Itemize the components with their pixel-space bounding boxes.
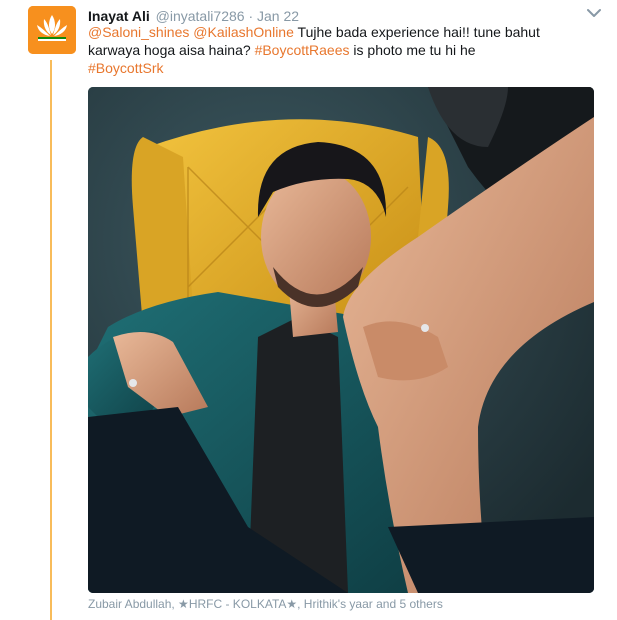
hashtag-link[interactable]: #BoycottRaees (255, 42, 350, 58)
mention-link[interactable]: @Saloni_shines (88, 24, 189, 40)
mention-link[interactable]: @KailashOnline (193, 24, 294, 40)
thread-line (50, 60, 52, 620)
avatar[interactable] (28, 6, 76, 54)
tweet-photo[interactable] (88, 87, 594, 593)
chevron-down-icon[interactable] (587, 8, 601, 18)
author-name[interactable]: Inayat Ali (88, 8, 150, 24)
tweet-body-text: is photo me tu hi he (353, 42, 476, 58)
photo-image (88, 87, 594, 593)
tagged-people[interactable]: Zubair Abdullah, ★HRFC - KOLKATA★, Hrith… (88, 597, 443, 611)
tweet-text: @Saloni_shines @KailashOnline Tujhe bada… (88, 23, 588, 77)
lotus-logo-icon (28, 6, 76, 54)
hashtag-link[interactable]: #BoycottSrk (88, 60, 163, 76)
author-handle[interactable]: @inyatali7286 (156, 8, 245, 24)
timestamp[interactable]: Jan 22 (257, 8, 299, 24)
tweet: Inayat Ali @inyatali7286 · Jan 22 @Salon… (0, 0, 617, 620)
separator: · (248, 8, 254, 24)
